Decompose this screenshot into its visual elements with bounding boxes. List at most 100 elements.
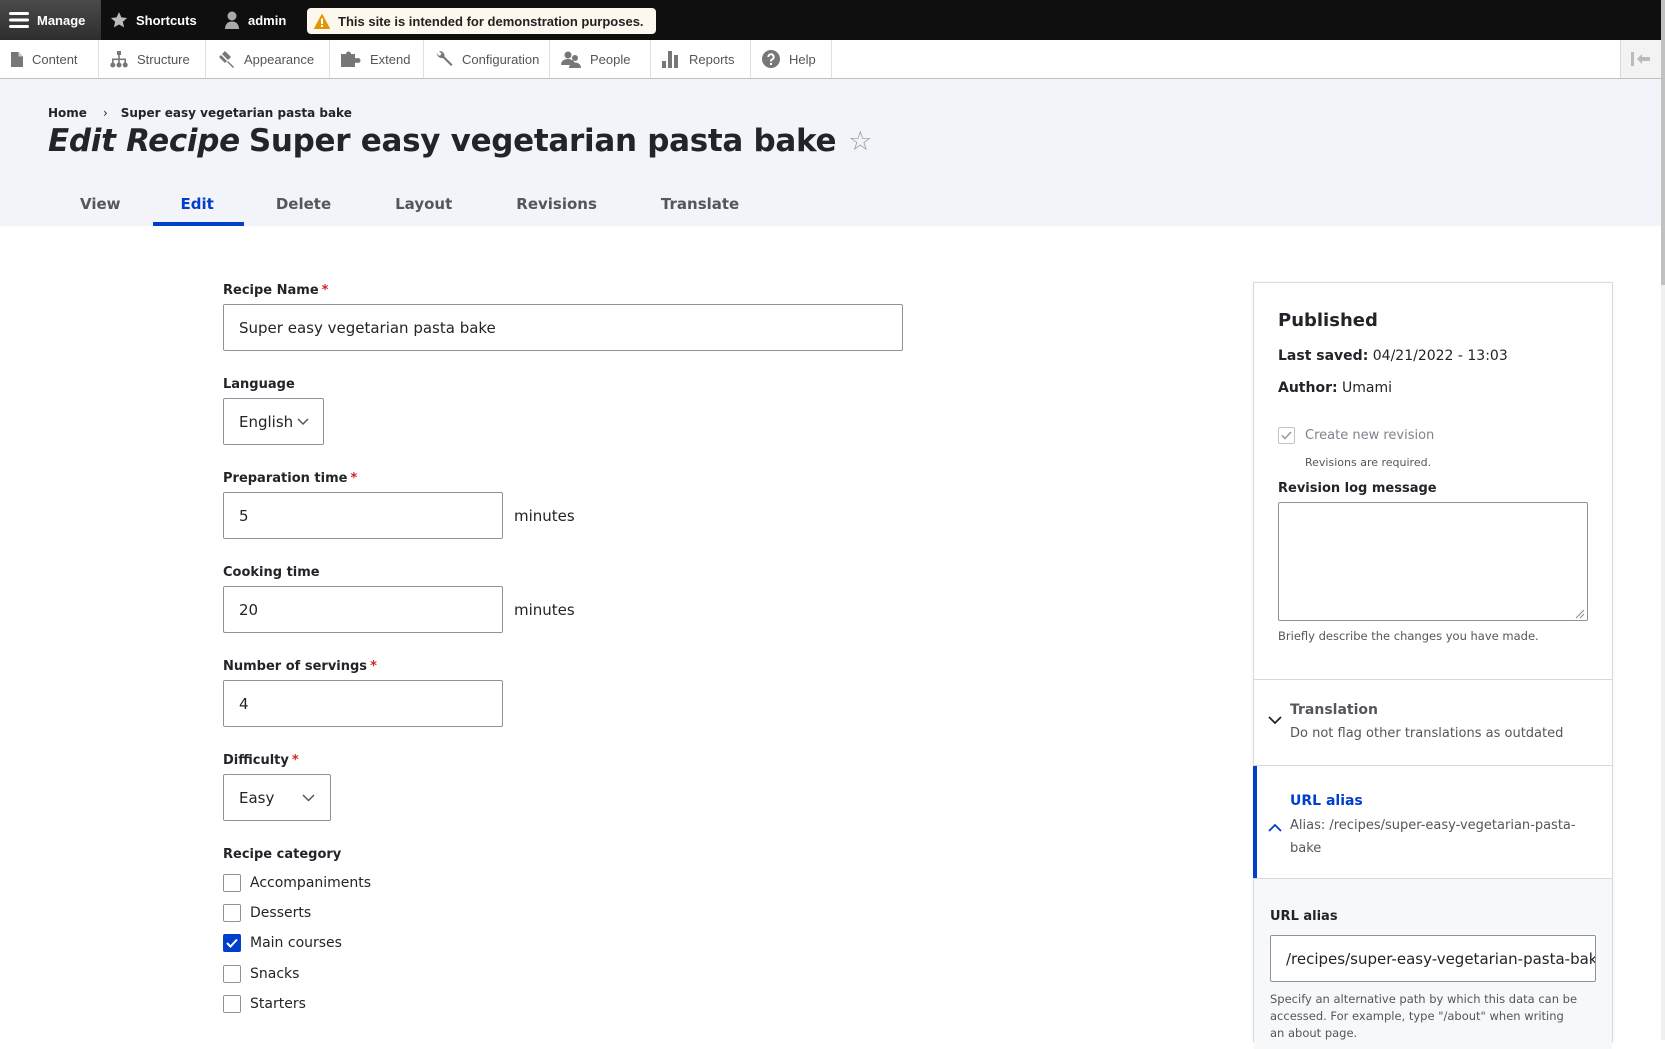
category-option-main-courses[interactable]: Main courses (223, 934, 342, 952)
chevron-up-icon (1268, 823, 1282, 832)
last-saved-label: Last saved: (1278, 348, 1369, 364)
chevron-down-icon (297, 418, 309, 426)
file-icon (11, 51, 23, 67)
tray-item-help[interactable]: Help (751, 40, 832, 78)
checkbox-checked[interactable] (223, 934, 241, 952)
tray-item-appearance[interactable]: Appearance (206, 40, 330, 78)
local-tasks-tabs: View Edit Delete Layout Revisions Transl… (48, 182, 771, 226)
create-revision-label: Create new revision (1305, 428, 1435, 443)
author-value: Umami (1342, 380, 1393, 396)
checkmark-icon (1281, 431, 1292, 440)
servings-input[interactable]: 4 (223, 680, 503, 727)
checkbox[interactable] (223, 904, 241, 922)
scrollbar-thumb[interactable] (1661, 0, 1665, 285)
author-label: Author: (1278, 380, 1338, 396)
user-label: admin (248, 12, 287, 28)
tab-translate[interactable]: Translate (629, 182, 771, 226)
recipe-name-input[interactable]: Super easy vegetarian pasta bake (223, 304, 903, 351)
tray-label: Content (32, 51, 78, 67)
create-revision-checkbox[interactable]: Create new revision (1278, 427, 1434, 444)
tray-item-reports[interactable]: Reports (651, 40, 751, 78)
demo-notice-text: This site is intended for demonstration … (338, 13, 644, 29)
breadcrumb: Home › Super easy vegetarian pasta bake (48, 106, 352, 120)
tray-item-configuration[interactable]: Configuration (424, 40, 550, 78)
tab-layout[interactable]: Layout (363, 182, 484, 226)
translation-title[interactable]: Translation (1290, 702, 1378, 718)
tray-label: Help (789, 51, 816, 67)
chevron-down-icon (1268, 716, 1282, 725)
recipe-name-label: Recipe Name * (223, 283, 328, 298)
last-saved-value: 04/21/2022 - 13:03 (1372, 348, 1508, 364)
breadcrumb-home[interactable]: Home (48, 106, 87, 120)
url-alias-panel: URL alias /recipes/super-easy-vegetarian… (1254, 879, 1612, 1049)
manage-button[interactable]: Manage (0, 0, 101, 40)
tray-item-structure[interactable]: Structure (99, 40, 206, 78)
checkbox-label: Desserts (250, 905, 312, 921)
checkmark-icon (226, 938, 238, 948)
translation-details[interactable]: Translation Do not flag other translatio… (1254, 680, 1612, 765)
required-marker: * (291, 753, 299, 768)
revision-log-textarea[interactable] (1278, 502, 1588, 621)
active-indicator (1253, 766, 1257, 878)
toolbar-orientation-toggle[interactable] (1620, 40, 1661, 78)
demo-notice: This site is intended for demonstration … (307, 8, 656, 34)
help-icon (762, 50, 780, 68)
page-scrollbar[interactable] (1661, 0, 1665, 1040)
required-marker: * (370, 659, 377, 674)
tab-revisions[interactable]: Revisions (484, 182, 629, 226)
meta-sidebar: Published Last saved: 04/21/2022 - 13:03… (1253, 282, 1613, 1049)
checkbox[interactable] (223, 874, 241, 892)
tab-edit[interactable]: Edit (152, 182, 245, 226)
tray-item-people[interactable]: People (550, 40, 651, 78)
puzzle-icon (341, 51, 361, 67)
tray-label: People (590, 51, 631, 67)
url-alias-title[interactable]: URL alias (1290, 793, 1363, 809)
cooking-time-input[interactable]: 20 (223, 586, 503, 633)
category-option-starters[interactable]: Starters (223, 995, 306, 1013)
user-icon (225, 11, 239, 29)
user-menu-button[interactable]: admin (224, 0, 286, 40)
tab-view[interactable]: View (48, 182, 153, 226)
manage-label: Manage (37, 12, 86, 28)
translation-summary: Do not flag other translations as outdat… (1290, 726, 1564, 741)
servings-label: Number of servings * (223, 659, 377, 674)
warning-icon (314, 13, 330, 29)
page-title-text: Super easy vegetarian pasta bake (248, 123, 837, 159)
author: Author: Umami (1278, 380, 1392, 396)
checkbox-disabled[interactable] (1278, 427, 1295, 444)
category-option-desserts[interactable]: Desserts (223, 904, 311, 922)
admin-toolbar: Manage Shortcuts admin This site is inte… (0, 0, 1661, 40)
tray-label: Extend (370, 51, 411, 67)
shortcuts-button[interactable]: Shortcuts (110, 0, 197, 40)
category-option-snacks[interactable]: Snacks (223, 965, 299, 983)
shortcut-star-icon[interactable]: ☆ (848, 126, 872, 157)
tray-label: Configuration (462, 51, 540, 67)
recipe-category-label: Recipe category (223, 847, 342, 862)
checkbox[interactable] (223, 995, 241, 1013)
bar-chart-icon (662, 50, 678, 68)
tab-delete[interactable]: Delete (244, 182, 363, 226)
page-title-prefix: Edit Recipe (48, 123, 240, 159)
resize-grip-icon[interactable] (1575, 609, 1585, 619)
difficulty-select[interactable]: Easy (223, 774, 331, 821)
checkbox[interactable] (223, 965, 241, 983)
sitemap-icon (110, 50, 128, 67)
category-option-accompaniments[interactable]: Accompaniments (223, 874, 371, 892)
label-text: Recipe Name (223, 283, 319, 298)
url-alias-input[interactable]: /recipes/super-easy-vegetarian-pasta-bak… (1270, 935, 1596, 982)
difficulty-select-value: Easy (239, 788, 275, 807)
breadcrumb-current[interactable]: Super easy vegetarian pasta bake (121, 106, 352, 120)
language-select[interactable]: English (223, 398, 324, 445)
url-alias-details[interactable]: URL alias Alias: /recipes/super-easy-veg… (1253, 766, 1612, 878)
revisions-required-note: Revisions are required. (1305, 456, 1432, 469)
prep-time-suffix: minutes (514, 507, 575, 525)
difficulty-label: Difficulty * (223, 753, 299, 768)
cooking-time-label: Cooking time (223, 565, 320, 580)
admin-tray: Content Structure Appearance Extend Conf… (0, 40, 1661, 79)
prep-time-input[interactable]: 5 (223, 492, 503, 539)
star-icon (110, 12, 128, 28)
tray-label: Appearance (244, 51, 315, 67)
tray-item-content[interactable]: Content (0, 40, 99, 78)
prep-time-label: Preparation time * (223, 471, 357, 486)
tray-item-extend[interactable]: Extend (330, 40, 424, 78)
